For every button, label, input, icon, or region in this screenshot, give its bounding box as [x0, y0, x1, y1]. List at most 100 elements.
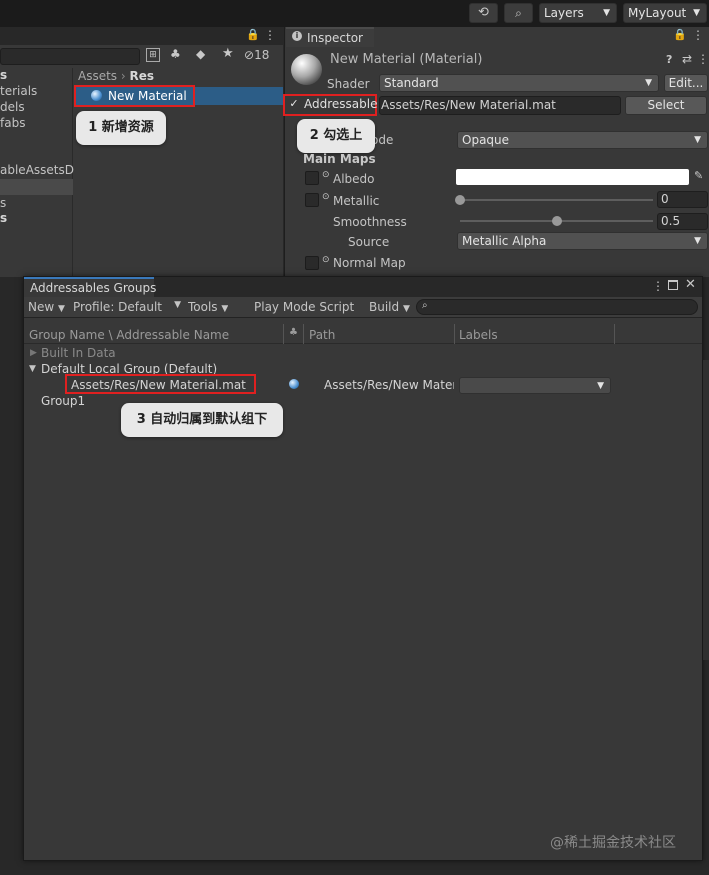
- help-icon[interactable]: ?: [666, 53, 672, 66]
- eye-hidden-icon: ⊘: [244, 48, 255, 62]
- metallic-texture-slot[interactable]: [305, 193, 319, 207]
- history-button[interactable]: ⟲: [469, 3, 498, 23]
- group-row-built-in[interactable]: Built In Data: [41, 346, 116, 360]
- group-row-group1[interactable]: Group1: [41, 394, 85, 408]
- column-divider[interactable]: [283, 324, 284, 344]
- shader-dropdown[interactable]: Standard ▼: [379, 74, 659, 92]
- chevron-down-icon: ▼: [603, 8, 610, 18]
- rendering-mode-dropdown[interactable]: Opaque ▼: [457, 131, 708, 149]
- material-sphere-icon: [91, 90, 102, 101]
- tree-item[interactable]: s: [0, 68, 7, 82]
- entry-name[interactable]: Assets/Res/New Material.mat: [71, 378, 246, 392]
- dropdown-triangle-icon: ▼: [221, 304, 229, 314]
- address-field[interactable]: Assets/Res/New Material.mat: [379, 96, 621, 115]
- tree-item[interactable]: terials: [0, 84, 37, 98]
- target-dot-icon: ⊙: [322, 192, 330, 202]
- tree-item-selected[interactable]: [0, 179, 73, 195]
- hidden-packages-toggle[interactable]: ⊘18: [244, 48, 269, 62]
- search-icon: ⌕: [515, 6, 522, 20]
- tools-menu-label: Tools: [188, 300, 218, 314]
- entry-path[interactable]: Assets/Res/New Mater: [324, 378, 454, 392]
- breadcrumb-separator: ›: [120, 69, 126, 83]
- breadcrumb-root[interactable]: Assets: [78, 69, 117, 83]
- asset-name[interactable]: New Material: [108, 89, 187, 103]
- preset-sliders-icon[interactable]: ⇄: [682, 52, 692, 66]
- material-sphere-icon: [289, 379, 299, 389]
- play-mode-script-menu[interactable]: Play Mode Script: [254, 300, 354, 314]
- breadcrumb: Assets › Res: [78, 69, 154, 83]
- metallic-slider-track[interactable]: [460, 199, 653, 201]
- tag-icon[interactable]: ◆: [196, 47, 205, 61]
- close-icon[interactable]: ✕: [685, 277, 696, 292]
- project-tab-strip: [0, 27, 283, 45]
- profile-menu[interactable]: Profile: Default ▼: [73, 300, 181, 314]
- albedo-color-field[interactable]: [456, 169, 689, 185]
- metallic-label: Metallic: [333, 194, 380, 208]
- smoothness-value-field[interactable]: 0.5: [657, 213, 708, 230]
- history-icon: ⟲: [478, 5, 489, 20]
- select-button[interactable]: Select: [625, 96, 707, 115]
- expand-arrow-right-icon[interactable]: ▶: [30, 348, 37, 358]
- tree-item[interactable]: dels: [0, 100, 25, 114]
- smoothness-slider-thumb[interactable]: [551, 216, 562, 226]
- column-header-path[interactable]: Path: [309, 328, 335, 342]
- normal-map-texture-slot[interactable]: [305, 256, 319, 270]
- albedo-texture-slot[interactable]: [305, 171, 319, 185]
- maximize-icon[interactable]: [668, 280, 678, 290]
- chevron-down-icon: ▼: [694, 236, 701, 246]
- more-menu-icon[interactable]: ⋮: [697, 52, 709, 66]
- tree-item[interactable]: s: [0, 211, 7, 225]
- tree-item[interactable]: ableAssetsD: [0, 163, 74, 177]
- tree-item[interactable]: fabs: [0, 116, 25, 130]
- filter-by-label-icon[interactable]: ♣: [170, 47, 181, 61]
- filter-by-type-icon[interactable]: ⊞: [146, 48, 160, 62]
- target-dot-icon: ⊙: [322, 170, 330, 180]
- watermark: @稀土掘金技术社区: [550, 835, 676, 851]
- addressable-label[interactable]: Addressable: [304, 97, 377, 111]
- addressable-checkbox[interactable]: ✓: [288, 98, 300, 110]
- lock-icon[interactable]: 🔒: [246, 28, 260, 41]
- more-menu-icon[interactable]: ⋮: [264, 28, 276, 42]
- build-menu-label: Build: [369, 300, 400, 314]
- tree-item[interactable]: s: [0, 196, 6, 210]
- groups-tab[interactable]: Addressables Groups: [24, 277, 156, 297]
- source-dropdown[interactable]: Metallic Alpha ▼: [457, 232, 708, 250]
- layers-dropdown[interactable]: Layers ▼: [539, 3, 617, 23]
- source-label: Source: [348, 235, 390, 249]
- new-menu[interactable]: New ▼: [28, 300, 65, 314]
- underlying-scrollbar[interactable]: [703, 360, 709, 660]
- expand-arrow-down-icon[interactable]: ▼: [29, 364, 36, 374]
- search-button[interactable]: ⌕: [504, 3, 533, 23]
- column-divider[interactable]: [454, 324, 455, 344]
- shader-label: Shader: [327, 77, 370, 91]
- shader-value: Standard: [384, 76, 439, 90]
- dropdown-triangle-icon: ▼: [58, 304, 65, 314]
- metallic-slider-thumb[interactable]: [455, 195, 465, 205]
- breadcrumb-current[interactable]: Res: [130, 69, 155, 83]
- project-search-input[interactable]: [0, 48, 140, 65]
- metallic-value-field[interactable]: 0: [657, 191, 708, 208]
- eyedropper-icon[interactable]: ✎: [694, 169, 703, 182]
- main-maps-heading: Main Maps: [303, 152, 376, 166]
- column-header-labels[interactable]: Labels: [459, 328, 498, 342]
- layout-dropdown[interactable]: MyLayout ▼: [623, 3, 707, 23]
- more-menu-icon[interactable]: ⋮: [652, 279, 664, 293]
- tools-menu[interactable]: Tools ▼: [188, 300, 228, 314]
- column-divider[interactable]: [614, 324, 615, 344]
- new-menu-label: New: [28, 300, 55, 314]
- build-menu[interactable]: Build ▼: [369, 300, 410, 314]
- entry-labels-dropdown[interactable]: ▼: [459, 377, 611, 394]
- smoothness-label: Smoothness: [333, 215, 407, 229]
- groups-search-input[interactable]: ⌕: [416, 299, 698, 315]
- more-menu-icon[interactable]: ⋮: [692, 28, 704, 42]
- column-header-name[interactable]: Group Name \ Addressable Name: [29, 328, 229, 342]
- play-mode-menu-label: Play Mode Script: [254, 300, 355, 314]
- callout-step1: 1 新增资源: [76, 111, 166, 145]
- info-icon: i: [292, 31, 302, 41]
- lock-icon[interactable]: 🔒: [673, 28, 687, 41]
- edit-shader-button[interactable]: Edit...: [664, 74, 708, 92]
- column-divider[interactable]: [303, 324, 304, 344]
- favorite-star-icon[interactable]: ★: [222, 46, 234, 61]
- inspector-tab[interactable]: i Inspector: [286, 27, 374, 47]
- callout-step2: 2 勾选上: [297, 119, 375, 153]
